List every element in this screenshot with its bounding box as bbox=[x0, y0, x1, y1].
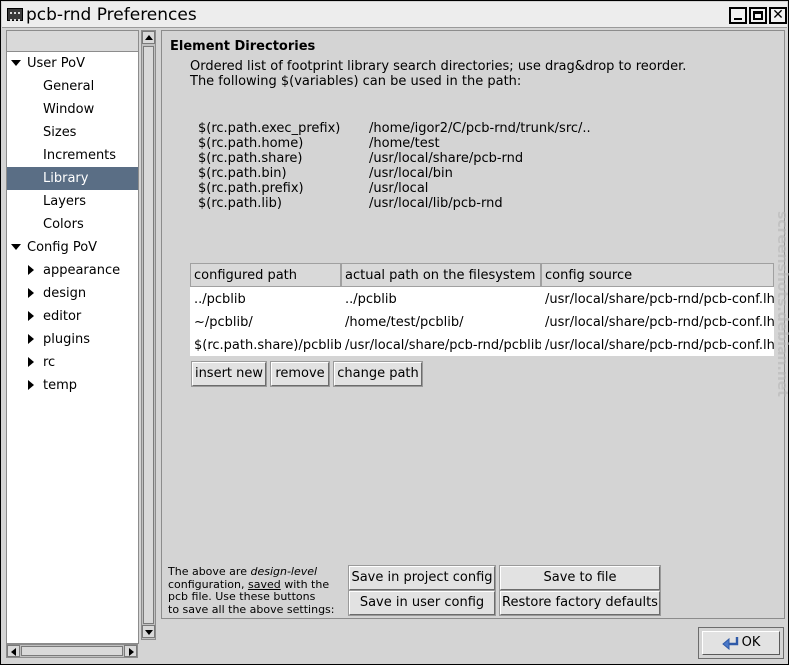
tree-node-plugins[interactable]: plugins bbox=[7, 328, 138, 351]
restore-factory-defaults-button[interactable]: Restore factory defaults bbox=[499, 590, 661, 616]
scroll-right-button[interactable] bbox=[124, 645, 137, 657]
tree-node-user-pov[interactable]: User PoV bbox=[7, 52, 138, 75]
ok-button[interactable]: OK bbox=[702, 631, 780, 655]
scroll-down-button[interactable] bbox=[142, 625, 155, 638]
tree-item-colors[interactable]: Colors bbox=[7, 213, 138, 236]
table-cell[interactable]: /usr/local/share/pcb-rnd/pcblib bbox=[341, 334, 541, 356]
close-icon: ✕ bbox=[772, 7, 784, 23]
preferences-window: pcb-rnd Preferences ✕ User PoV General W… bbox=[0, 0, 789, 665]
preferences-tree[interactable]: User PoV General Window Sizes Increments… bbox=[6, 30, 139, 644]
tree-node-temp[interactable]: temp bbox=[7, 374, 138, 397]
column-header-config-source[interactable]: config source bbox=[541, 263, 774, 287]
description-line-2: The following $(variables) can be used i… bbox=[190, 74, 522, 89]
expand-right-icon[interactable] bbox=[28, 380, 34, 390]
table-cell[interactable]: ~/pcblib/ bbox=[190, 311, 341, 334]
table-cell[interactable]: ../pcblib bbox=[190, 288, 341, 311]
tree-horizontal-scrollbar[interactable] bbox=[6, 644, 138, 658]
app-icon bbox=[7, 8, 23, 21]
maximize-button[interactable] bbox=[749, 7, 767, 24]
arrow-down-icon bbox=[145, 630, 153, 635]
variable-name: $(rc.path.share) bbox=[198, 151, 303, 166]
table-cell[interactable]: $(rc.path.share)/pcblib bbox=[190, 334, 341, 356]
tree-node-config-pov[interactable]: Config PoV bbox=[7, 236, 138, 259]
enter-arrow-icon bbox=[721, 636, 740, 650]
remove-button[interactable]: remove bbox=[270, 361, 330, 387]
tree-item-window[interactable]: Window bbox=[7, 98, 138, 121]
tree-node-rc[interactable]: rc bbox=[7, 351, 138, 374]
expand-down-icon[interactable] bbox=[11, 60, 21, 66]
arrow-right-icon bbox=[129, 648, 134, 656]
tree-node-appearance[interactable]: appearance bbox=[7, 259, 138, 282]
expand-right-icon[interactable] bbox=[28, 334, 34, 344]
expand-right-icon[interactable] bbox=[28, 357, 34, 367]
change-path-button[interactable]: change path bbox=[333, 361, 423, 387]
close-button[interactable]: ✕ bbox=[769, 7, 787, 24]
save-in-user-config-button[interactable]: Save in user config bbox=[348, 590, 496, 616]
table-cell[interactable]: /usr/local/share/pcb-rnd/pcb-conf.lht bbox=[541, 334, 774, 356]
library-settings-panel: Element Directories Ordered list of foot… bbox=[161, 30, 785, 619]
ok-button-frame: OK bbox=[698, 627, 784, 659]
watermark: screenshots.debian.net bbox=[774, 211, 789, 397]
tree-item-library[interactable]: Library bbox=[7, 167, 138, 190]
scroll-up-button[interactable] bbox=[142, 31, 155, 44]
variable-path: /usr/local/lib/pcb-rnd bbox=[369, 196, 503, 211]
library-path-table[interactable]: configured path actual path on the files… bbox=[190, 263, 774, 356]
table-cell[interactable]: /usr/local/share/pcb-rnd/pcb-conf.lht bbox=[541, 311, 774, 334]
variable-path: /usr/local/share/pcb-rnd bbox=[369, 151, 524, 166]
tree-node-editor[interactable]: editor bbox=[7, 305, 138, 328]
expand-down-icon[interactable] bbox=[11, 244, 21, 250]
save-to-file-button[interactable]: Save to file bbox=[499, 565, 661, 591]
save-in-project-config-button[interactable]: Save in project config bbox=[348, 565, 496, 591]
variable-name: $(rc.path.home) bbox=[198, 136, 304, 151]
variable-path: /usr/local bbox=[369, 181, 429, 196]
expand-right-icon[interactable] bbox=[28, 265, 34, 275]
table-cell[interactable]: ../pcblib bbox=[341, 288, 541, 311]
arrow-left-icon bbox=[11, 648, 16, 656]
table-cell[interactable]: /usr/local/share/pcb-rnd/pcb-conf.lht bbox=[541, 288, 774, 311]
expand-right-icon[interactable] bbox=[28, 311, 34, 321]
tree-item-sizes[interactable]: Sizes bbox=[7, 121, 138, 144]
expand-right-icon[interactable] bbox=[28, 288, 34, 298]
variable-name: $(rc.path.prefix) bbox=[198, 181, 304, 196]
column-header-configured-path[interactable]: configured path bbox=[190, 263, 341, 287]
variable-path: /home/test bbox=[369, 136, 440, 151]
tree-item-general[interactable]: General bbox=[7, 75, 138, 98]
design-level-note: The above are design-level configuration… bbox=[168, 565, 335, 616]
title-bar[interactable]: pcb-rnd Preferences ✕ bbox=[2, 2, 787, 28]
tree-header bbox=[7, 31, 138, 52]
insert-new-button[interactable]: insert new bbox=[191, 361, 267, 387]
variable-name: $(rc.path.lib) bbox=[198, 196, 282, 211]
window-title: pcb-rnd Preferences bbox=[26, 5, 197, 25]
description-line-1: Ordered list of footprint library search… bbox=[190, 59, 687, 74]
scroll-left-button[interactable] bbox=[7, 645, 20, 657]
column-header-actual-path[interactable]: actual path on the filesystem bbox=[341, 263, 541, 287]
variable-name: $(rc.path.bin) bbox=[198, 166, 287, 181]
variable-name: $(rc.path.exec_prefix) bbox=[198, 121, 341, 136]
arrow-up-icon bbox=[145, 35, 153, 40]
tree-item-increments[interactable]: Increments bbox=[7, 144, 138, 167]
scrollbar-thumb[interactable] bbox=[143, 46, 154, 624]
scrollbar-thumb[interactable] bbox=[21, 646, 123, 656]
variable-path: /home/igor2/C/pcb-rnd/trunk/src/.. bbox=[369, 121, 591, 136]
tree-vertical-scrollbar[interactable] bbox=[141, 30, 156, 640]
minimize-button[interactable] bbox=[729, 7, 747, 24]
section-title: Element Directories bbox=[170, 39, 316, 54]
tree-node-design[interactable]: design bbox=[7, 282, 138, 305]
tree-item-layers[interactable]: Layers bbox=[7, 190, 138, 213]
table-cell[interactable]: /home/test/pcblib/ bbox=[341, 311, 541, 334]
variable-path: /usr/local/bin bbox=[369, 166, 453, 181]
